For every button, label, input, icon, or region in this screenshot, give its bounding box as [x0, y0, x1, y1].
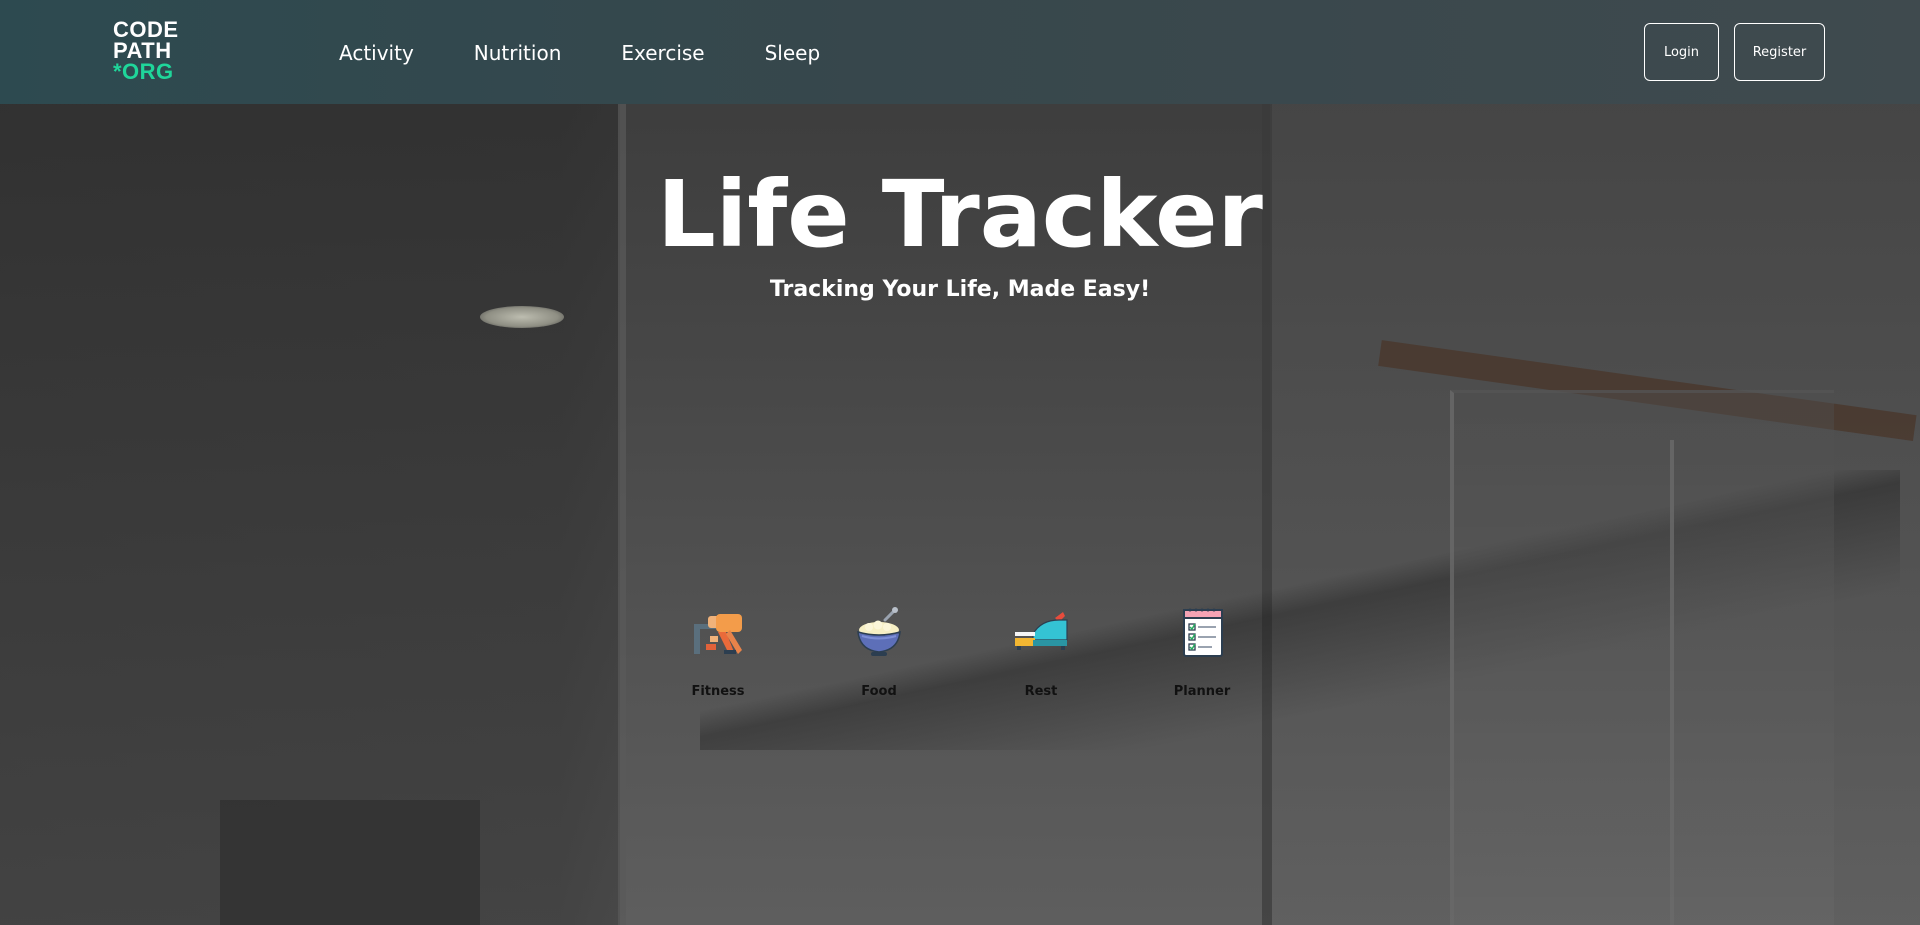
codepath-logo[interactable]: CODE PATH *ORG [113, 17, 185, 84]
login-button[interactable]: Login [1644, 23, 1719, 81]
planner-notepad-icon [1183, 608, 1223, 657]
feature-label-food: Food [861, 684, 897, 699]
background-table [220, 800, 480, 925]
feature-food[interactable]: Food [819, 606, 939, 699]
background-door-frame [1670, 440, 1674, 925]
hero-subtitle: Tracking Your Life, Made Easy! [769, 277, 1151, 302]
food-bowl-icon [857, 607, 901, 656]
feature-rest[interactable]: Rest [981, 606, 1101, 699]
hero-title: Life Tracker [657, 161, 1263, 268]
nav-link-nutrition[interactable]: Nutrition [474, 38, 562, 68]
page: CODE PATH *ORG Activity Nutrition Exerci… [0, 0, 1920, 925]
logo-line-path: PATH [113, 38, 172, 63]
feature-planner[interactable]: Planner [1142, 606, 1262, 699]
navbar: CODE PATH *ORG Activity Nutrition Exerci… [0, 0, 1920, 104]
nav-link-exercise[interactable]: Exercise [621, 38, 704, 68]
logo-line-code: CODE [113, 17, 179, 42]
feature-fitness[interactable]: Fitness [658, 606, 778, 699]
background-wall [0, 0, 620, 925]
nav-links: Activity Nutrition Exercise Sleep [339, 38, 880, 68]
feature-label-rest: Rest [1024, 684, 1058, 699]
feature-label-fitness: Fitness [691, 684, 745, 699]
background-lamp [480, 306, 564, 328]
logo-line-org: *ORG [113, 59, 174, 84]
rest-bed-icon [1015, 612, 1068, 650]
register-button[interactable]: Register [1734, 23, 1825, 81]
nav-link-sleep[interactable]: Sleep [765, 38, 821, 68]
nav-link-activity[interactable]: Activity [339, 38, 414, 68]
fitness-icon [694, 614, 742, 654]
background-door [1450, 390, 1834, 925]
feature-label-planner: Planner [1173, 684, 1231, 699]
